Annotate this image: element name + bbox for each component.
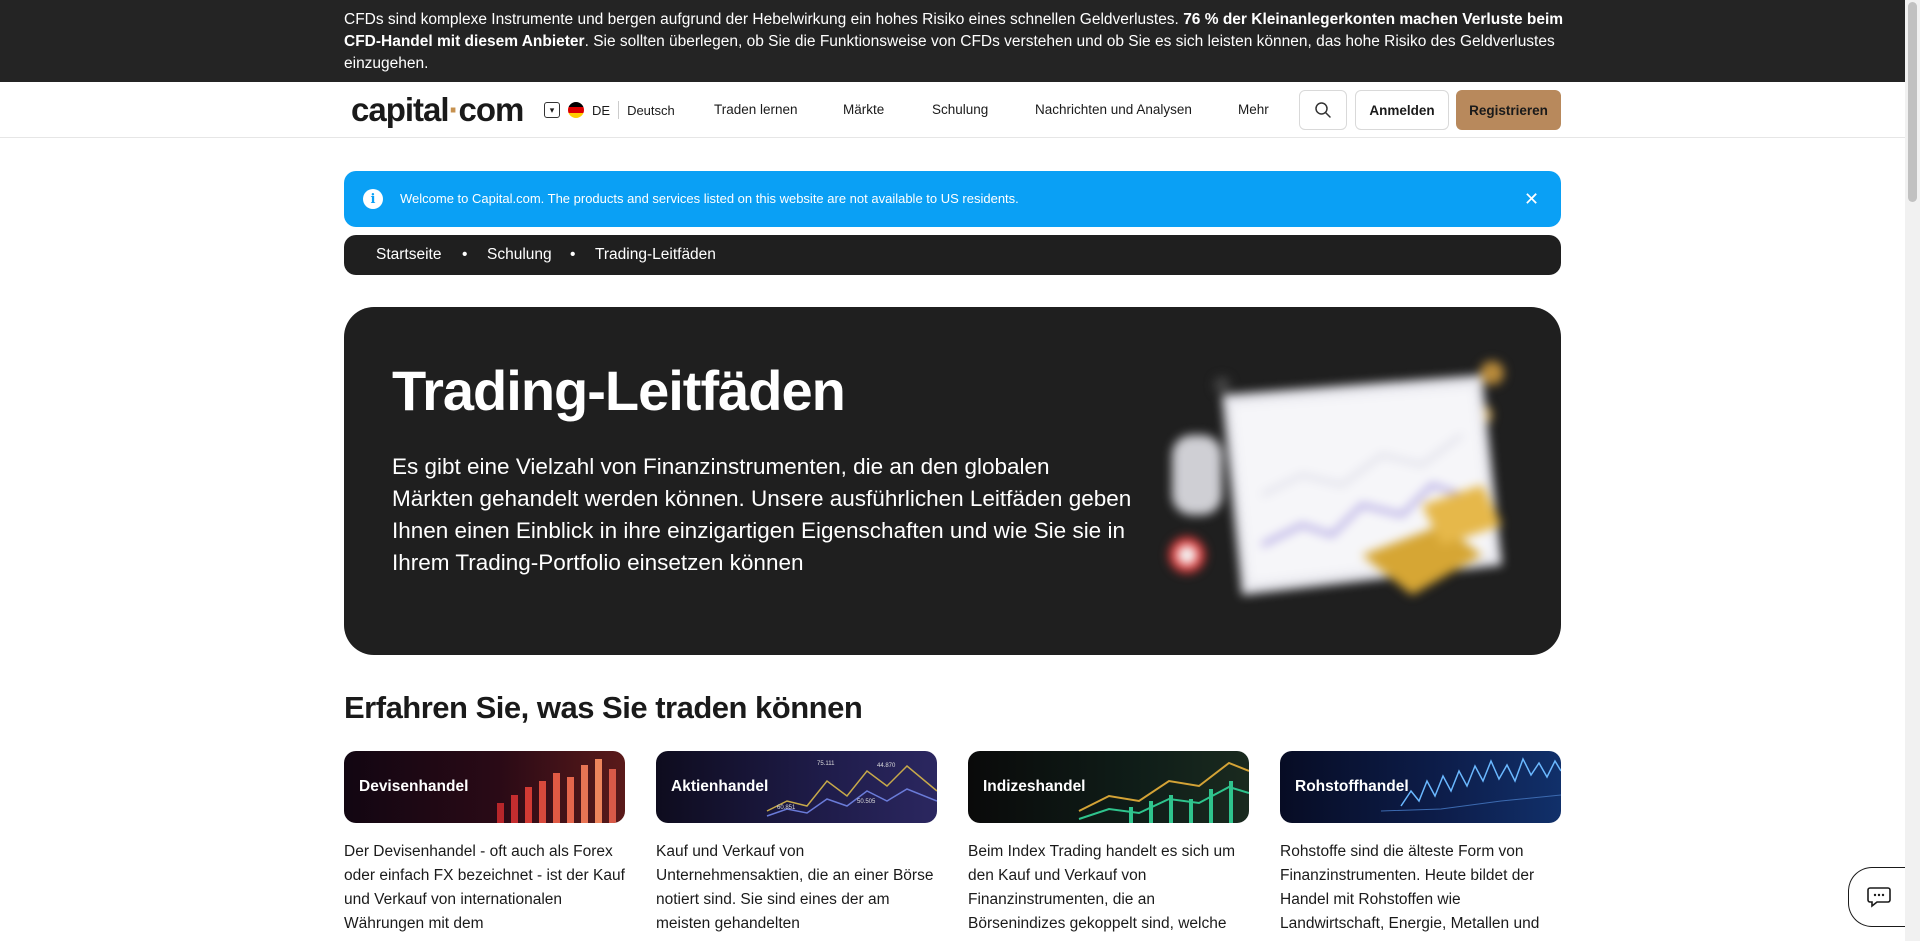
hero-section: Trading-Leitfäden Es gibt eine Vielzahl …: [344, 307, 1561, 655]
login-button[interactable]: Anmelden: [1355, 90, 1449, 130]
language-code: DE: [592, 102, 611, 118]
language-selector[interactable]: ▾ DE Deutsch: [544, 100, 675, 120]
chat-bubble-icon: [1866, 887, 1891, 908]
scrollbar-thumb[interactable]: [1908, 2, 1917, 202]
card-title: Devisenhandel: [359, 778, 469, 795]
breadcrumb: Startseite • Schulung • Trading-Leitfäde…: [344, 235, 1561, 275]
card-description: Rohstoffe sind die älteste Form von Fina…: [1280, 843, 1540, 932]
risk-warning-banner: CFDs sind komplexe Instrumente und berge…: [0, 0, 1905, 82]
card-banner: 75.111 44.870 50.505 60.851 Aktienhandel: [656, 751, 937, 823]
trading-illustration: [1169, 361, 1504, 595]
search-button[interactable]: [1299, 90, 1347, 130]
nav-mehr[interactable]: Mehr: [1238, 100, 1269, 120]
breadcrumb-startseite[interactable]: Startseite: [376, 245, 441, 265]
capital-logo[interactable]: capital·com: [351, 90, 524, 130]
nav-schulung[interactable]: Schulung: [932, 100, 988, 120]
stock-chart-graphic: 75.111 44.870 50.505 60.851: [766, 761, 937, 817]
register-button[interactable]: Registrieren: [1456, 90, 1561, 130]
card-description: Beim Index Trading handelt es sich um de…: [968, 843, 1236, 932]
card-title: Aktienhandel: [671, 778, 769, 795]
page-scrollbar[interactable]: [1905, 0, 1920, 941]
notice-text: Welcome to Capital.com. The products and…: [400, 191, 1019, 206]
site-header: capital·com ▾ DE Deutsch Traden lernen M…: [0, 82, 1905, 138]
breadcrumb-separator: •: [462, 246, 468, 263]
chevron-down-icon: ▾: [544, 102, 560, 118]
search-icon: [1315, 102, 1331, 118]
card-description: Der Devisenhandel - oft auch als Forex o…: [344, 843, 625, 932]
nav-nachrichten-analysen[interactable]: Nachrichten und Analysen: [1035, 100, 1192, 120]
card-description: Kauf und Verkauf von Unternehmensaktien,…: [656, 843, 934, 932]
chart-label: 50.505: [857, 799, 876, 805]
card-rohstoffhandel[interactable]: Rohstoffhandel Rohstoffe sind die ältest…: [1280, 751, 1561, 941]
chart-label: 75.111: [817, 761, 835, 767]
risk-warning-text: CFDs sind komplexe Instrumente und berge…: [344, 11, 1564, 72]
section-title: Erfahren Sie, was Sie traden können: [344, 690, 863, 725]
card-banner: Rohstoffhandel: [1280, 751, 1561, 823]
nav-traden-lernen[interactable]: Traden lernen: [714, 100, 798, 120]
index-chart-graphic: [1078, 761, 1249, 823]
language-name: Deutsch: [627, 102, 675, 118]
breadcrumb-trading-leitfaeden: Trading-Leitfäden: [595, 246, 716, 263]
chart-label: 44.870: [877, 763, 896, 769]
page-title: Trading-Leitfäden: [392, 359, 846, 422]
us-residents-notice: i Welcome to Capital.com. The products a…: [344, 171, 1561, 227]
breadcrumb-separator: •: [570, 246, 576, 263]
forex-bars-graphic: [497, 759, 616, 823]
card-banner: Devisenhandel: [344, 751, 625, 823]
card-title: Rohstoffhandel: [1295, 778, 1409, 795]
chat-button[interactable]: [1848, 867, 1908, 927]
breadcrumb-schulung[interactable]: Schulung: [487, 245, 552, 265]
info-icon: i: [363, 189, 383, 209]
language-divider: [618, 101, 620, 119]
card-title: Indizeshandel: [983, 778, 1086, 795]
germany-flag-icon: [568, 102, 584, 118]
card-banner: Indizeshandel: [968, 751, 1249, 823]
card-aktienhandel[interactable]: 75.111 44.870 50.505 60.851 Aktienhandel…: [656, 751, 937, 941]
nav-maerkte[interactable]: Märkte: [843, 100, 884, 120]
card-devisenhandel[interactable]: Devisenhandel Der Devisenhandel - oft au…: [344, 751, 625, 941]
close-icon[interactable]: ✕: [1524, 187, 1539, 211]
card-indizeshandel[interactable]: Indizeshandel Beim Index Trading handelt…: [968, 751, 1249, 941]
hero-description: Es gibt eine Vielzahl von Finanzinstrume…: [392, 454, 1132, 575]
chart-label: 60.851: [777, 805, 796, 811]
